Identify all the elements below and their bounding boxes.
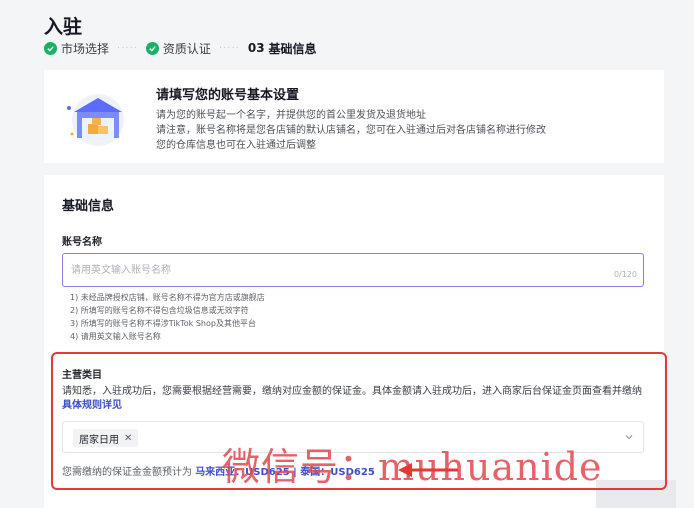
name-rule: 4) 请用英文输入账号名称 xyxy=(70,332,161,341)
deposit-prefix: 您需缴纳的保证金金额预计为 xyxy=(62,467,192,478)
name-rule: 2) 所填写的账号名称不得包含垃圾信息或无效字符 xyxy=(70,306,249,315)
check-circle-icon xyxy=(145,41,159,55)
name-rule: 3) 所填写的账号名称不得涉TikTok Shop及其他平台 xyxy=(70,319,256,328)
intro-title: 请填写您的账号基本设置 xyxy=(156,88,300,103)
chevron-down-icon[interactable] xyxy=(625,433,633,441)
section-title: 基础信息 xyxy=(62,199,115,214)
step-indicator: 市场选择 ····· 资质认证 ····· 03 基础信息 xyxy=(44,40,317,56)
footer-button-ghost xyxy=(596,480,676,508)
deposit-notice-text: 请知悉，入驻成功后，您需要根据经营需要，缴纳对应金额的保证金。具体金额请入驻成功… xyxy=(62,386,642,397)
basic-info-card: 基础信息 账号名称 0/120 1) 未经品牌授权店铺，账号名称不得为官方店或旗… xyxy=(44,175,664,508)
category-tag-label: 居家日用 xyxy=(79,434,119,446)
account-name-input[interactable] xyxy=(71,262,591,278)
deposit-estimate: 您需缴纳的保证金金额预计为 马来西亚：USD625 | 泰国：USD625 xyxy=(62,463,375,478)
step-label: 资质认证 xyxy=(162,41,211,56)
deposit-amounts: 马来西亚：USD625 | 泰国：USD625 xyxy=(195,467,375,478)
intro-line: 请注意，账号名称将是您各店铺的默认店铺名，您可在入驻通过后对各店铺名称进行修改 xyxy=(156,125,546,136)
step-number: 03 xyxy=(247,41,265,55)
check-circle-icon xyxy=(44,41,57,55)
close-icon[interactable]: ✕ xyxy=(124,433,132,444)
warehouse-illustration-icon xyxy=(62,88,130,146)
deposit-notice: 请知悉，入驻成功后，您需要根据经营需要，缴纳对应金额的保证金。具体金额请入驻成功… xyxy=(62,385,652,413)
step-qualification: 资质认证 xyxy=(145,40,211,57)
account-name-label: 账号名称 xyxy=(62,237,102,248)
page-title: 入驻 xyxy=(44,16,83,38)
step-label: 基础信息 xyxy=(268,41,317,56)
header: 入驻 市场选择 ····· 资质认证 ····· 03 基础信息 xyxy=(0,0,694,64)
main-category-select[interactable]: 居家日用 ✕ xyxy=(62,421,644,453)
name-rule: 1) 未经品牌授权店铺，账号名称不得为官方店或旗舰店 xyxy=(70,293,265,302)
account-name-field[interactable]: 0/120 xyxy=(62,253,644,287)
category-tag: 居家日用 ✕ xyxy=(73,429,139,447)
char-counter: 0/120 xyxy=(613,270,637,279)
rules-detail-link[interactable]: 具体规则详见 xyxy=(62,400,122,411)
intro-line: 请为您的账号起一个名字，并提供您的首公里发货及退货地址 xyxy=(156,110,426,121)
step-separator: ····· xyxy=(218,42,240,54)
step-label: 市场选择 xyxy=(61,41,110,56)
step-market: 市场选择 xyxy=(44,40,109,57)
step-separator: ····· xyxy=(117,42,138,54)
intro-card: 请填写您的账号基本设置 请为您的账号起一个名字，并提供您的首公里发货及退货地址 … xyxy=(44,70,664,163)
intro-line: 您的仓库信息也可在入驻通过后调整 xyxy=(156,140,316,151)
main-category-label: 主营类目 xyxy=(62,370,102,381)
step-basic-info: 03 基础信息 xyxy=(248,40,317,57)
